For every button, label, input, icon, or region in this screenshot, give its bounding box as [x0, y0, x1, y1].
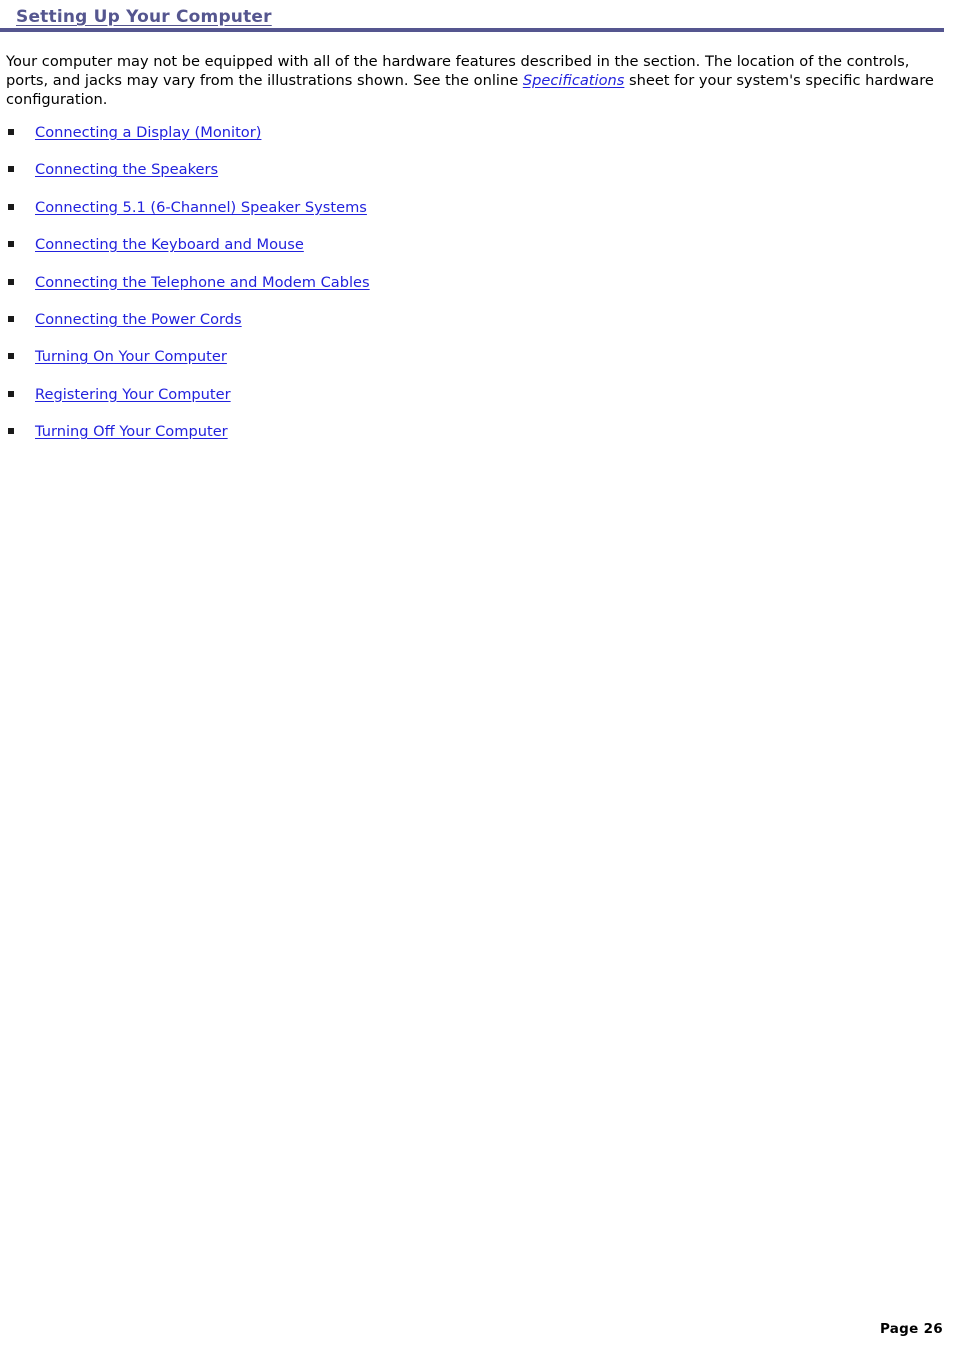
- list-item[interactable]: Turning Off Your Computer: [0, 423, 954, 460]
- topic-link[interactable]: Connecting the Power Cords: [35, 311, 242, 328]
- topic-link[interactable]: Connecting the Keyboard and Mouse: [35, 236, 304, 253]
- topic-link[interactable]: Connecting a Display (Monitor): [35, 124, 261, 141]
- specifications-link[interactable]: Specifications: [523, 72, 625, 89]
- list-item[interactable]: Connecting the Telephone and Modem Cable…: [0, 274, 954, 311]
- document-page: Setting Up Your Computer Your computer m…: [0, 0, 954, 1351]
- topic-link-list: Connecting a Display (Monitor) Connectin…: [0, 124, 954, 461]
- topic-link[interactable]: Connecting 5.1 (6-Channel) Speaker Syste…: [35, 199, 367, 216]
- list-item[interactable]: Connecting the Keyboard and Mouse: [0, 236, 954, 273]
- intro-paragraph: Your computer may not be equipped with a…: [6, 52, 946, 109]
- list-item[interactable]: Connecting the Speakers: [0, 161, 954, 198]
- square-bullet-icon: [8, 203, 14, 210]
- square-bullet-icon: [8, 315, 14, 322]
- topic-link[interactable]: Connecting the Telephone and Modem Cable…: [35, 274, 370, 291]
- header-divider: [0, 28, 944, 32]
- list-item[interactable]: Connecting the Power Cords: [0, 311, 954, 348]
- square-bullet-icon: [8, 390, 14, 397]
- page-number: Page 26: [879, 1321, 943, 1337]
- square-bullet-icon: [8, 353, 14, 360]
- topic-link[interactable]: Turning On Your Computer: [35, 348, 227, 365]
- list-item[interactable]: Registering Your Computer: [0, 386, 954, 423]
- square-bullet-icon: [8, 166, 14, 173]
- page-title: Setting Up Your Computer: [16, 7, 272, 27]
- square-bullet-icon: [8, 428, 14, 435]
- list-item[interactable]: Connecting 5.1 (6-Channel) Speaker Syste…: [0, 199, 954, 236]
- topic-link[interactable]: Registering Your Computer: [35, 386, 231, 403]
- square-bullet-icon: [8, 278, 14, 285]
- list-item[interactable]: Turning On Your Computer: [0, 348, 954, 385]
- list-item[interactable]: Connecting a Display (Monitor): [0, 124, 954, 161]
- square-bullet-icon: [8, 241, 14, 248]
- topic-link[interactable]: Turning Off Your Computer: [35, 423, 228, 440]
- topic-link[interactable]: Connecting the Speakers: [35, 161, 218, 178]
- square-bullet-icon: [8, 129, 14, 135]
